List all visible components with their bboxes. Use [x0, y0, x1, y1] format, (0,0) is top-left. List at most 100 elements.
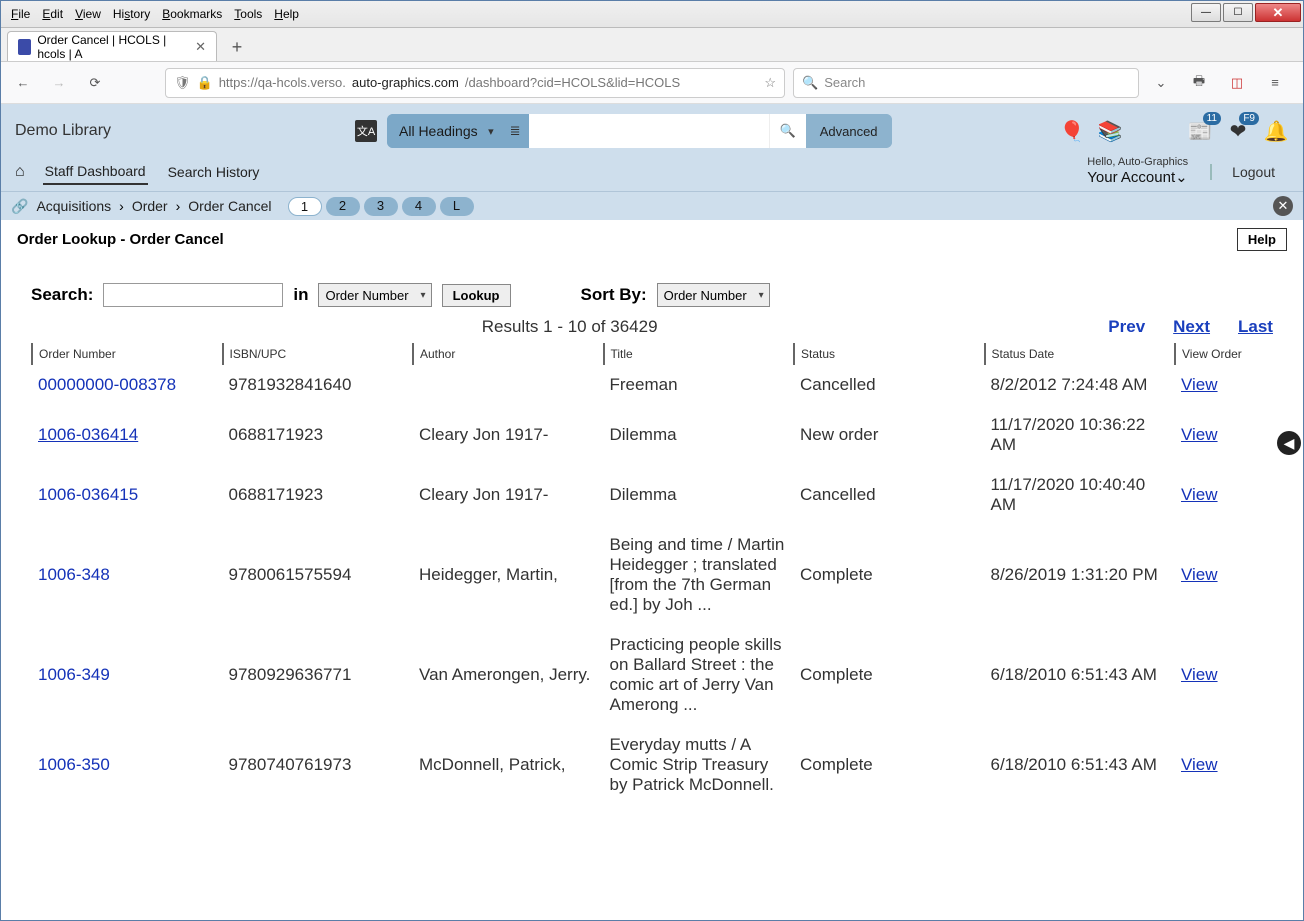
account-dropdown[interactable]: Hello, Auto-Graphics Your Account⌄ [1087, 156, 1188, 187]
nav-search-history[interactable]: Search History [166, 160, 262, 184]
isbn-cell: 9780061575594 [223, 525, 414, 625]
results-count: Results 1 - 10 of 36429 [482, 317, 658, 337]
tab-title: Order Cancel | HCOLS | hcols | A [37, 33, 185, 61]
breadcrumb-order-cancel: Order Cancel [188, 198, 271, 214]
shield-icon: 🛡 [174, 75, 191, 91]
menu-file[interactable]: File [5, 5, 36, 23]
order-number-link[interactable]: 00000000-008378 [32, 365, 223, 405]
url-bar[interactable]: 🛡 🔒 https://qa-hcols.verso.auto-graphics… [165, 68, 785, 98]
menu-tools[interactable]: Tools [228, 5, 268, 23]
new-tab-button[interactable]: + [223, 33, 251, 61]
app-search-button[interactable]: 🔍 [769, 114, 806, 148]
back-button[interactable]: ← [9, 69, 37, 97]
menu-history[interactable]: History [107, 5, 156, 23]
app-search-input[interactable] [529, 114, 769, 148]
pocket-icon[interactable]: ⌄ [1147, 69, 1175, 97]
expand-panel-icon[interactable]: ◀ [1277, 431, 1301, 455]
search-field-select[interactable]: Order Number [318, 283, 431, 307]
menu-edit[interactable]: Edit [36, 5, 69, 23]
status-date-cell: 11/17/2020 10:40:40 AM [985, 465, 1176, 525]
breadcrumb-acquisitions[interactable]: Acquisitions [36, 198, 111, 214]
view-link[interactable]: View [1181, 375, 1218, 394]
order-number-link[interactable]: 1006-036415 [32, 465, 223, 525]
bookshelf-icon[interactable]: 📚 [1097, 118, 1123, 144]
window-maximize-button[interactable]: ☐ [1223, 3, 1253, 22]
headings-dropdown[interactable]: All Headings [387, 114, 502, 148]
order-number-link[interactable]: 1006-036414 [32, 405, 223, 465]
favorites-icon[interactable]: ❤F9 [1225, 118, 1251, 144]
status-cell: Complete [794, 725, 985, 805]
table-row: 1006-0364140688171923Cleary Jon 1917-Dil… [32, 405, 1273, 465]
title-cell: Everyday mutts / A Comic Strip Treasury … [604, 725, 795, 805]
title-cell: Practicing people skills on Ballard Stre… [604, 625, 795, 725]
col-header: Author [413, 343, 604, 365]
menu-help[interactable]: Help [268, 5, 305, 23]
status-cell: Complete [794, 525, 985, 625]
page-pill-last[interactable]: L [440, 197, 474, 216]
page-pill-4[interactable]: 4 [402, 197, 436, 216]
table-row: 1006-3509780740761973McDonnell, Patrick,… [32, 725, 1273, 805]
author-cell: McDonnell, Patrick, [413, 725, 604, 805]
breadcrumb-close-icon[interactable]: ✕ [1273, 196, 1293, 216]
view-link[interactable]: View [1181, 425, 1218, 444]
col-header: Status Date [985, 343, 1176, 365]
bookmark-star-icon[interactable]: ☆ [764, 75, 776, 91]
isbn-cell: 9780929636771 [223, 625, 414, 725]
pager-prev[interactable]: Prev [1108, 317, 1145, 337]
url-prefix: https://qa-hcols.verso. [219, 75, 346, 90]
hamburger-menu-icon[interactable]: ≡ [1261, 69, 1289, 97]
help-button[interactable]: Help [1237, 228, 1287, 251]
lookup-button[interactable]: Lookup [442, 284, 511, 307]
status-date-cell: 8/26/2019 1:31:20 PM [985, 525, 1176, 625]
nav-staff-dashboard[interactable]: Staff Dashboard [43, 159, 148, 185]
link-icon: 🔗 [11, 198, 28, 215]
menu-bookmarks[interactable]: Bookmarks [156, 5, 228, 23]
view-link[interactable]: View [1181, 485, 1218, 504]
title-cell: Being and time / Martin Heidegger ; tran… [604, 525, 795, 625]
order-number-link[interactable]: 1006-348 [32, 525, 223, 625]
page-pill-3[interactable]: 3 [364, 197, 398, 216]
page-pill-2[interactable]: 2 [326, 197, 360, 216]
view-link[interactable]: View [1181, 665, 1218, 684]
title-cell: Dilemma [604, 465, 795, 525]
logout-link[interactable]: Logout [1210, 164, 1275, 180]
order-number-link[interactable]: 1006-349 [32, 625, 223, 725]
status-date-cell: 11/17/2020 10:36:22 AM [985, 405, 1176, 465]
database-icon[interactable]: ≣ [502, 114, 529, 148]
isbn-cell: 9780740761973 [223, 725, 414, 805]
status-date-cell: 8/2/2012 7:24:48 AM [985, 365, 1176, 405]
table-row: 1006-3499780929636771Van Amerongen, Jerr… [32, 625, 1273, 725]
balloon-icon[interactable]: 🎈 [1059, 118, 1085, 144]
page-pill-1[interactable]: 1 [288, 197, 322, 216]
menu-view[interactable]: View [69, 5, 107, 23]
reload-button[interactable]: ⟳ [81, 69, 109, 97]
table-row: 1006-3489780061575594Heidegger, Martin,B… [32, 525, 1273, 625]
window-minimize-button[interactable]: — [1191, 3, 1221, 22]
advanced-search-button[interactable]: Advanced [806, 114, 892, 148]
status-cell: Complete [794, 625, 985, 725]
tab-close-icon[interactable]: ✕ [195, 39, 206, 55]
extension-icon[interactable]: ◫ [1223, 69, 1251, 97]
view-link[interactable]: View [1181, 755, 1218, 774]
browser-tab[interactable]: Order Cancel | HCOLS | hcols | A ✕ [7, 31, 217, 61]
window-close-button[interactable]: ✕ [1255, 3, 1301, 22]
browser-search-bar[interactable]: 🔍 Search [793, 68, 1139, 98]
search-input[interactable] [103, 283, 283, 307]
in-label: in [293, 285, 308, 305]
news-icon[interactable]: 📰11 [1187, 118, 1213, 144]
breadcrumb-order[interactable]: Order [132, 198, 168, 214]
order-number-link[interactable]: 1006-350 [32, 725, 223, 805]
pager-next[interactable]: Next [1173, 317, 1210, 337]
print-icon[interactable]: 🖶 [1185, 69, 1213, 97]
forward-button[interactable]: → [45, 69, 73, 97]
pager-last[interactable]: Last [1238, 317, 1273, 337]
view-link[interactable]: View [1181, 565, 1218, 584]
language-icon[interactable]: 文A [355, 120, 377, 142]
col-header: Status [794, 343, 985, 365]
bell-icon[interactable]: 🔔 [1263, 118, 1289, 144]
sortby-select[interactable]: Order Number [657, 283, 770, 307]
author-cell [413, 365, 604, 405]
home-icon[interactable]: ⌂ [15, 163, 25, 181]
tab-favicon [18, 39, 31, 55]
author-cell: Cleary Jon 1917- [413, 465, 604, 525]
